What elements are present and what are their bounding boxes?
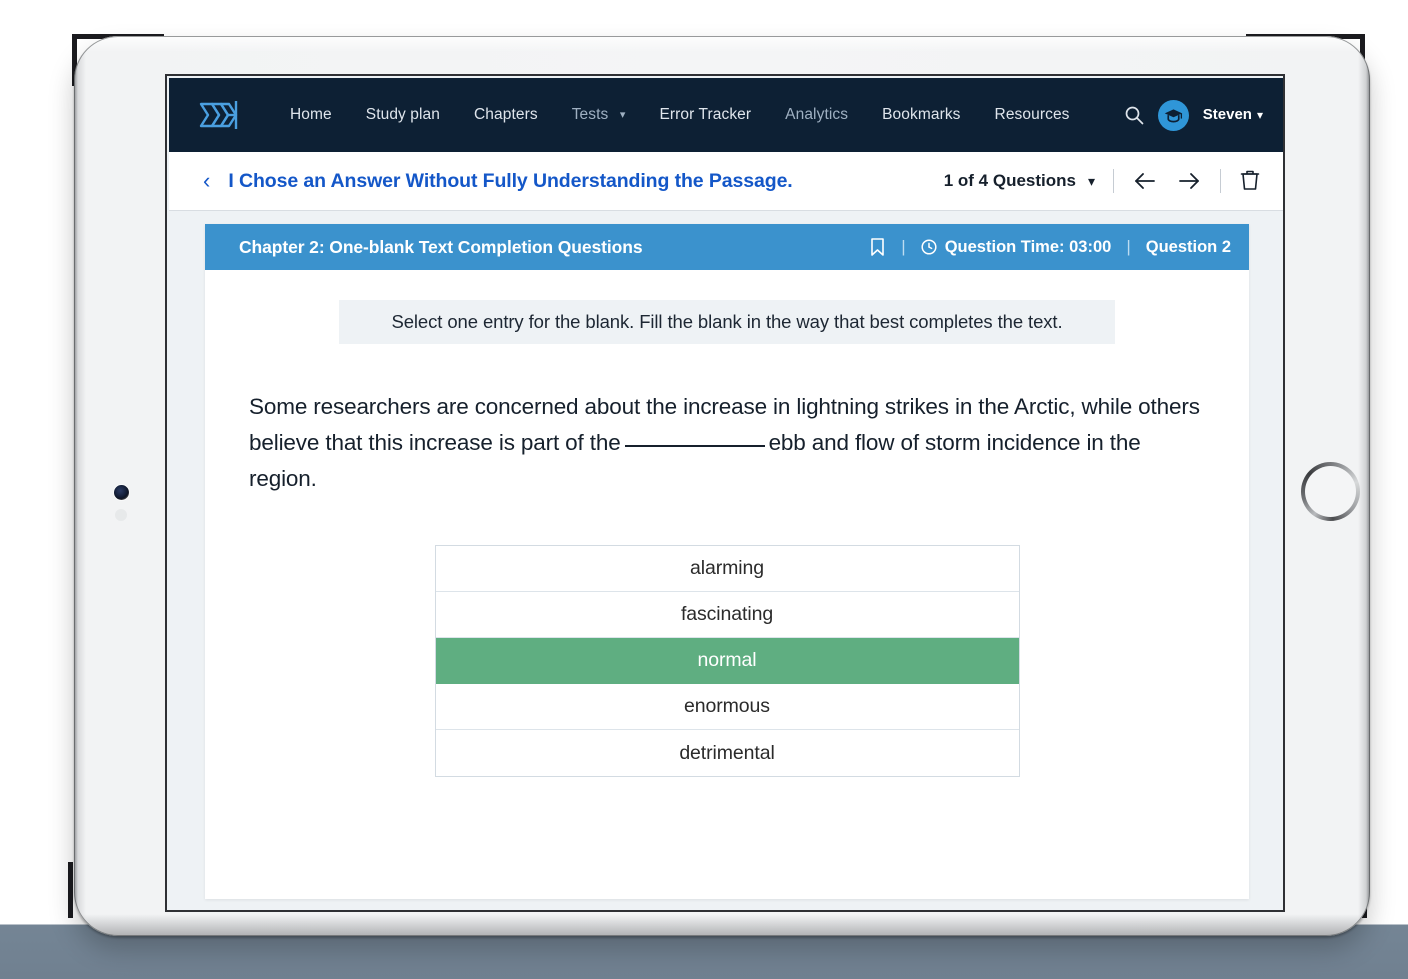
answer-option-alarming[interactable]: alarming <box>436 546 1019 592</box>
nav-link-chapters-label: Chapters <box>474 106 538 123</box>
answer-option-label: alarming <box>690 557 764 580</box>
question-number-label: Question 2 <box>1146 238 1231 257</box>
answer-option-fascinating[interactable]: fascinating <box>436 592 1019 638</box>
chevron-down-icon: ▾ <box>620 108 626 121</box>
answer-option-label: fascinating <box>681 603 773 626</box>
chevron-down-icon: ▾ <box>1257 108 1263 122</box>
question-card-header: Chapter 2: One-blank Text Completion Que… <box>205 224 1249 270</box>
instruction-bar: Select one entry for the blank. Fill the… <box>339 300 1115 344</box>
nav-link-bookmarks[interactable]: Bookmarks <box>865 98 977 132</box>
instruction-text: Select one entry for the blank. Fill the… <box>391 311 1062 332</box>
answer-options-list: alarming fascinating normal enormous det <box>435 545 1020 777</box>
tablet-screen: Home Study plan Chapters Tests ▾ Error T… <box>165 74 1285 912</box>
question-time-label: Question Time: 03:00 <box>945 238 1112 257</box>
avatar[interactable] <box>1158 100 1189 131</box>
crop-mark-bottom-left-vertical <box>68 862 73 918</box>
question-count-dropdown[interactable]: 1 of 4 Questions ▾ <box>944 171 1095 191</box>
nav-link-home-label: Home <box>290 106 332 123</box>
clock-icon <box>921 239 937 255</box>
nav-link-analytics-label: Analytics <box>785 106 848 123</box>
nav-link-tests[interactable]: Tests ▾ <box>555 98 643 132</box>
answer-option-label: normal <box>697 649 756 672</box>
navbar-right-group: Steven ▾ <box>1124 100 1263 131</box>
nav-links: Home Study plan Chapters Tests ▾ Error T… <box>273 98 1124 132</box>
question-card-header-right: | Question Time: 03:00 | Question 2 <box>869 237 1231 257</box>
bookmark-icon[interactable] <box>869 237 886 257</box>
chevron-arrow-logo[interactable] <box>195 95 243 135</box>
arrow-right-icon <box>1177 171 1201 191</box>
nav-link-error-tracker[interactable]: Error Tracker <box>642 98 768 132</box>
header-separator-1: | <box>901 237 905 257</box>
nav-link-chapters[interactable]: Chapters <box>457 98 555 132</box>
graduation-cap-icon <box>1163 105 1184 126</box>
nav-link-resources-label: Resources <box>995 106 1070 123</box>
nav-link-bookmarks-label: Bookmarks <box>882 106 960 123</box>
divider <box>1113 169 1114 193</box>
answer-option-detrimental[interactable]: detrimental <box>436 730 1019 776</box>
nav-link-study-plan-label: Study plan <box>366 106 440 123</box>
next-question-button[interactable] <box>1176 168 1202 194</box>
answer-option-enormous[interactable]: enormous <box>436 684 1019 730</box>
question-card-body: Select one entry for the blank. Fill the… <box>205 270 1249 777</box>
answer-option-normal[interactable]: normal <box>436 638 1019 684</box>
answer-blank <box>625 445 765 447</box>
screenshot-root: Home Study plan Chapters Tests ▾ Error T… <box>0 0 1408 979</box>
nav-link-analytics[interactable]: Analytics <box>768 98 865 132</box>
home-button-icon[interactable] <box>1301 462 1360 521</box>
answer-option-label: enormous <box>684 695 770 718</box>
nav-link-error-tracker-label: Error Tracker <box>659 106 751 123</box>
page-title: I Chose an Answer Without Fully Understa… <box>228 170 943 193</box>
question-card: Chapter 2: One-blank Text Completion Que… <box>205 224 1249 899</box>
content-area: Chapter 2: One-blank Text Completion Que… <box>169 211 1285 912</box>
chevron-down-icon: ▾ <box>1088 173 1095 189</box>
header-separator-2: | <box>1126 237 1130 257</box>
previous-question-button[interactable] <box>1132 168 1158 194</box>
ambient-light-sensor-icon <box>115 509 127 521</box>
arrow-left-icon <box>1133 171 1157 191</box>
sub-header: ‹ I Chose an Answer Without Fully Unders… <box>169 152 1285 211</box>
chapter-title: Chapter 2: One-blank Text Completion Que… <box>239 237 869 258</box>
nav-link-tests-label: Tests <box>572 106 609 123</box>
search-icon[interactable] <box>1124 105 1144 125</box>
trash-icon <box>1239 168 1261 192</box>
question-count-label: 1 of 4 Questions <box>944 171 1076 190</box>
top-navbar: Home Study plan Chapters Tests ▾ Error T… <box>169 78 1285 152</box>
divider <box>1220 169 1221 193</box>
nav-link-home[interactable]: Home <box>273 98 349 132</box>
user-menu[interactable]: Steven ▾ <box>1203 106 1263 124</box>
nav-link-study-plan[interactable]: Study plan <box>349 98 457 132</box>
user-name-label: Steven <box>1203 106 1252 123</box>
back-chevron-icon[interactable]: ‹ <box>203 170 210 192</box>
answer-option-label: detrimental <box>679 742 774 765</box>
front-camera-icon <box>114 485 129 500</box>
delete-button[interactable] <box>1239 168 1263 194</box>
nav-link-resources[interactable]: Resources <box>978 98 1087 132</box>
question-passage: Some researchers are concerned about the… <box>245 389 1209 497</box>
